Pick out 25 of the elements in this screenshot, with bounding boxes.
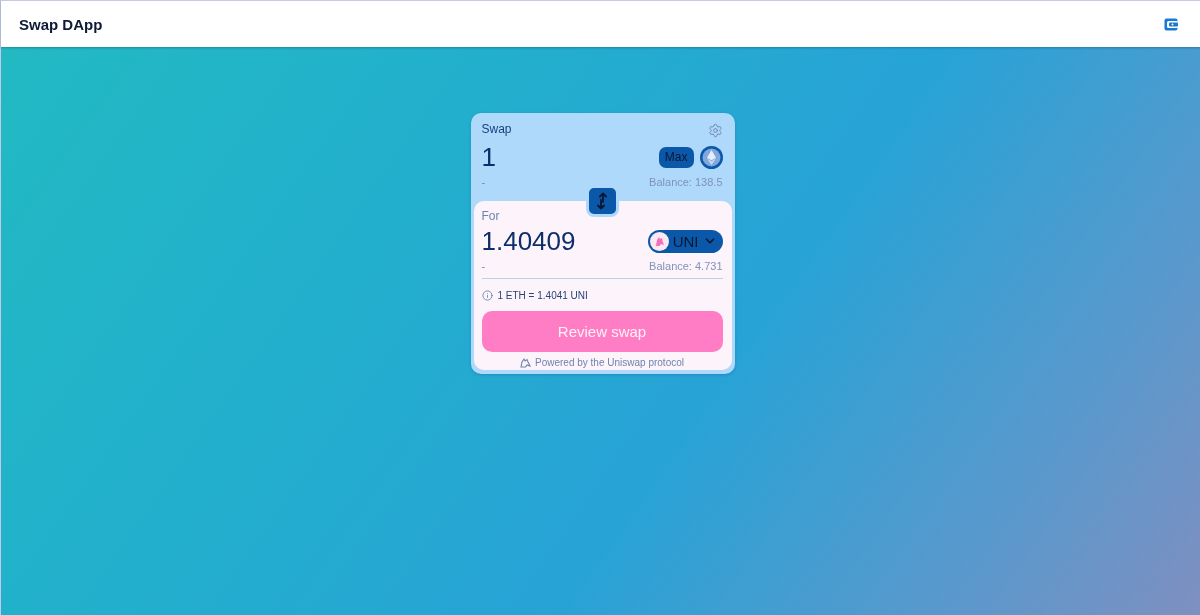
output-label: For [481, 209, 500, 223]
usd-value: - [481, 260, 486, 272]
swap-direction-button[interactable] [585, 185, 619, 217]
wallet-icon [1164, 17, 1178, 31]
review-swap-button[interactable]: Review swap [481, 311, 723, 352]
settings-icon [707, 122, 723, 138]
wallet-button[interactable] [1164, 17, 1178, 31]
exchange-rate: 1 ETH = 1.4041 UNI [497, 290, 588, 301]
token-symbol: UNI [672, 232, 699, 250]
ethereum-icon [699, 145, 723, 169]
powered-by-text: Powered by the Uniswap protocol [535, 357, 684, 368]
swap-arrows-icon [597, 192, 607, 210]
logo-icon [520, 357, 531, 368]
amount-field[interactable]: 1 [481, 142, 602, 172]
token-button[interactable] [699, 145, 723, 169]
balance-text: Balance: 138.5 [649, 176, 723, 188]
swap-title: Swap [481, 122, 512, 136]
token-logo-icon [649, 231, 669, 251]
info-icon [481, 290, 493, 301]
balance-text: Balance: 4.731 [649, 260, 723, 272]
token-select[interactable]: UNI [647, 229, 723, 253]
usd-value: - [481, 176, 486, 188]
app-title: Swap DApp [19, 15, 103, 33]
max-button[interactable]: Max [658, 146, 694, 168]
amount-field[interactable]: 1.40409 [481, 226, 632, 256]
